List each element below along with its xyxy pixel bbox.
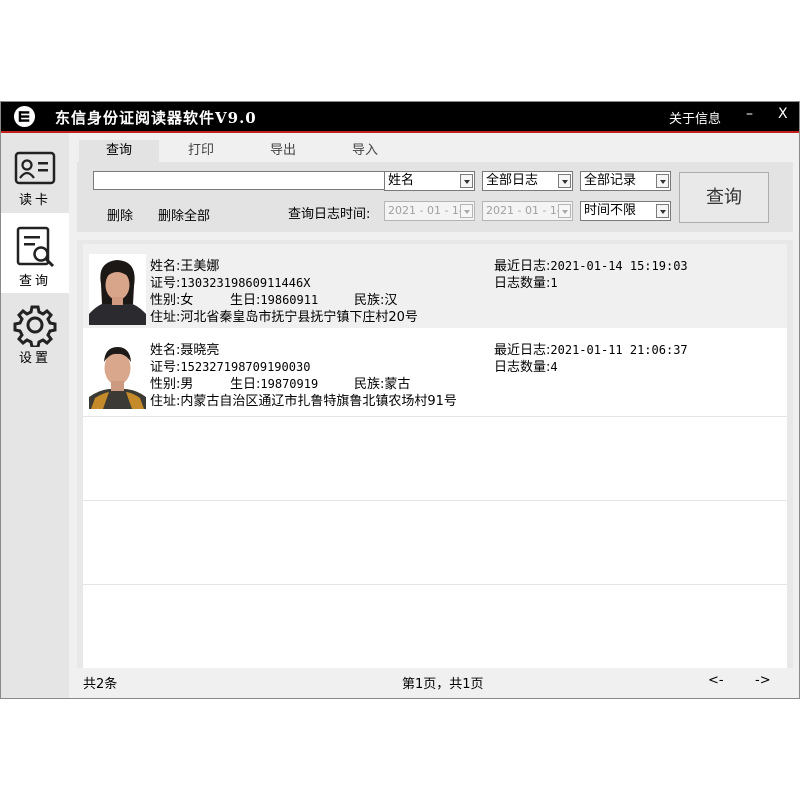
log-time-label: 查询日志时间: (288, 207, 371, 222)
delete-all-button[interactable]: 删除全部 (158, 205, 210, 224)
sidebar: 读卡 查询 设置 (1, 133, 69, 698)
chevron-down-icon (460, 204, 473, 218)
date-to-picker[interactable]: 2021 - 01 - 14 (482, 201, 573, 221)
last-log-value: 2021-01-11 21:06:37 (550, 343, 688, 357)
id-value: 13032319860911446X (180, 276, 311, 290)
field-select[interactable]: 姓名 (384, 171, 475, 191)
title-bar[interactable]: 东信身份证阅读器软件V9.0 关于信息 – X (1, 102, 799, 131)
field-label: 日志数量: (494, 276, 551, 291)
log-count-value: 1 (550, 276, 558, 290)
minimize-button[interactable]: – (746, 106, 753, 122)
address-field: 住址:内蒙古自治区通辽市扎鲁特旗鲁北镇农场村91号 (150, 390, 457, 409)
id-card-icon (14, 151, 56, 185)
empty-list-row (83, 500, 787, 584)
sidebar-item-settings[interactable]: 设置 (1, 293, 69, 373)
log-count-field: 日志数量:1 (494, 272, 558, 291)
last-log-value: 2021-01-14 15:19:03 (550, 259, 688, 273)
birth-value: 19860911 (260, 293, 319, 307)
time-range-select[interactable]: 时间不限 (580, 201, 671, 221)
tab-export[interactable]: 导出 (243, 140, 323, 162)
address-field: 住址:河北省秦皇岛市抚宁县抚宁镇下庄村20号 (150, 306, 418, 325)
date-from-picker[interactable]: 2021 - 01 - 14 (384, 201, 475, 221)
date-to-value: 2021 - 01 - 14 (486, 204, 564, 217)
app-window: 东信身份证阅读器软件V9.0 关于信息 – X 读卡 查询 设置 查询 打印 导… (0, 101, 800, 699)
log-select[interactable]: 全部日志 (482, 171, 573, 191)
close-button[interactable]: X (778, 106, 788, 122)
list-item[interactable]: 姓名:聂晓亮 证号:152327198709190030 性别:男 生日:198… (83, 332, 787, 416)
empty-list-row (83, 584, 787, 668)
id-value: 152327198709190030 (180, 360, 311, 374)
log-count-field: 日志数量:4 (494, 356, 558, 375)
title-accent-line (1, 131, 799, 133)
log-count-value: 4 (550, 360, 558, 374)
field-select-value: 姓名 (388, 173, 415, 188)
results-panel: 姓名:王美娜 证号:13032319860911446X 性别:女 生日:198… (77, 240, 793, 668)
gear-icon (13, 305, 57, 347)
time-range-value: 时间不限 (584, 203, 637, 218)
filter-panel: 姓名 全部日志 全部记录 删除 删除全部 查询日志时间: 2021 - 01 -… (77, 162, 793, 232)
status-bar: 共2条 第1页，共1页 <- -> (77, 670, 793, 692)
chevron-down-icon (460, 174, 473, 188)
sidebar-item-label: 读卡 (18, 193, 51, 208)
prev-page-button[interactable]: <- (708, 673, 724, 688)
empty-list-row (83, 416, 787, 500)
address-value: 河北省秦皇岛市抚宁县抚宁镇下庄村20号 (180, 310, 418, 325)
sidebar-item-label: 设置 (18, 351, 51, 366)
date-from-value: 2021 - 01 - 14 (388, 204, 466, 217)
next-page-button[interactable]: -> (755, 673, 771, 688)
search-document-icon (16, 226, 55, 268)
about-button[interactable]: 关于信息 (669, 108, 721, 127)
chevron-down-icon (656, 204, 669, 218)
birth-value: 19870919 (260, 377, 319, 391)
tab-print[interactable]: 打印 (161, 140, 241, 162)
id-photo (89, 254, 146, 325)
log-select-value: 全部日志 (486, 173, 539, 188)
id-photo (89, 338, 146, 409)
list-item[interactable]: 姓名:王美娜 证号:13032319860911446X 性别:女 生日:198… (83, 244, 787, 328)
query-button[interactable]: 查询 (679, 172, 769, 223)
app-title: 东信身份证阅读器软件V9.0 (55, 109, 257, 127)
sidebar-item-read-card[interactable]: 读卡 (1, 133, 69, 213)
page-indicator: 第1页，共1页 (402, 677, 484, 692)
main-panel: 查询 打印 导出 导入 姓名 全部日志 全部记录 删除 删除全部 查询日志时间: (77, 138, 793, 692)
record-list[interactable]: 姓名:王美娜 证号:13032319860911446X 性别:女 生日:198… (83, 244, 787, 668)
sidebar-item-label: 查询 (18, 274, 51, 289)
record-select[interactable]: 全部记录 (580, 171, 671, 191)
field-label: 住址: (150, 394, 181, 409)
chevron-down-icon (558, 204, 571, 218)
tab-import[interactable]: 导入 (325, 140, 405, 162)
tab-bar: 查询 打印 导出 导入 (77, 140, 793, 162)
field-label: 日志数量: (494, 360, 551, 375)
field-label: 住址: (150, 310, 181, 325)
delete-button[interactable]: 删除 (107, 205, 133, 224)
sidebar-item-query[interactable]: 查询 (1, 213, 69, 293)
app-logo-icon (13, 105, 36, 128)
address-value: 内蒙古自治区通辽市扎鲁特旗鲁北镇农场村91号 (180, 394, 457, 409)
chevron-down-icon (558, 174, 571, 188)
total-count: 共2条 (83, 677, 118, 692)
chevron-down-icon (656, 174, 669, 188)
record-select-value: 全部记录 (584, 173, 637, 188)
tab-query[interactable]: 查询 (79, 140, 159, 162)
